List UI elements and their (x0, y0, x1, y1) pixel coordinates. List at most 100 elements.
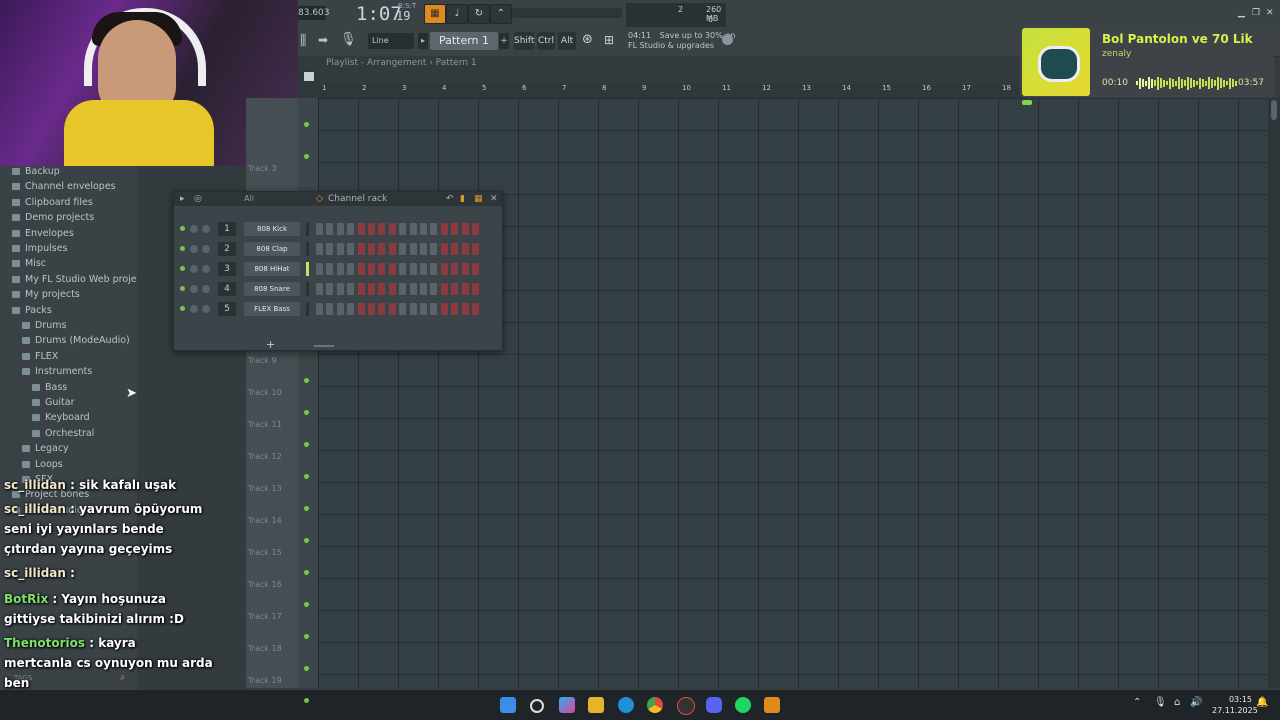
step-button[interactable] (440, 243, 448, 255)
channel-select-indicator[interactable] (306, 222, 309, 236)
piano-roll-icon[interactable]: ▦ (474, 192, 483, 206)
browser-item[interactable]: FLEX (22, 351, 58, 362)
step-button[interactable] (316, 283, 323, 295)
discord-icon[interactable] (706, 697, 722, 713)
channel-number[interactable]: 5 (218, 302, 236, 316)
step-button[interactable] (451, 223, 459, 235)
channel-pan-knob[interactable] (190, 305, 198, 313)
channel-mute-led[interactable] (180, 266, 185, 271)
channel-row[interactable]: 3 808 HiHat (178, 262, 498, 278)
channel-pan-knob[interactable] (190, 225, 198, 233)
channel-name-button[interactable]: 808 HiHat (244, 262, 300, 276)
wait-button[interactable]: ↻ (468, 4, 490, 24)
step-button[interactable] (420, 243, 427, 255)
vertical-scrollbar[interactable] (1268, 98, 1280, 688)
browser-item[interactable]: Channel envelopes (12, 181, 116, 192)
pattern-add-button[interactable]: + (499, 33, 509, 49)
track-name[interactable]: Track 3 (248, 164, 277, 173)
countdown-button[interactable]: ⌃ (490, 4, 512, 24)
step-button[interactable] (461, 263, 469, 275)
step-button[interactable] (378, 223, 386, 235)
minimize-icon[interactable]: ▁ (1238, 8, 1245, 18)
browser-item[interactable]: Misc (12, 258, 46, 269)
step-button[interactable] (440, 283, 448, 295)
channel-pan-knob[interactable] (190, 265, 198, 273)
track-mute-led[interactable] (304, 474, 309, 479)
step-button[interactable] (347, 303, 355, 315)
snap-selector[interactable]: Line (368, 33, 414, 49)
step-button[interactable] (378, 303, 386, 315)
step-button[interactable] (326, 263, 334, 275)
metronome-button[interactable]: ♩ (446, 4, 468, 24)
step-button[interactable] (326, 303, 334, 315)
track-name[interactable]: Track 11 (248, 420, 282, 429)
channel-row[interactable]: 5 FLEX Bass (178, 302, 498, 318)
step-button[interactable] (420, 263, 427, 275)
channel-number[interactable]: 4 (218, 282, 236, 296)
tray-chevron-icon[interactable]: ⌃ (1133, 697, 1141, 708)
step-button[interactable] (420, 303, 427, 315)
search-icon[interactable]: ⌕ (120, 672, 125, 683)
edge-icon[interactable] (618, 697, 634, 713)
piano-icon[interactable] (304, 72, 314, 81)
channel-row[interactable]: 2 808 Clap (178, 242, 498, 258)
browser-item[interactable]: Impulses (12, 243, 68, 254)
app-icon[interactable] (677, 697, 695, 715)
typing-keyboard-icon[interactable]: ⊛ (582, 32, 593, 47)
master-volume-slider[interactable] (512, 8, 622, 18)
step-button[interactable] (368, 243, 375, 255)
step-button[interactable] (399, 263, 407, 275)
step-button[interactable] (472, 263, 479, 275)
step-button[interactable] (409, 303, 417, 315)
step-button[interactable] (399, 243, 407, 255)
step-button[interactable] (388, 283, 396, 295)
track-name[interactable]: Track 12 (248, 452, 282, 461)
step-button[interactable] (451, 243, 459, 255)
channel-select-indicator[interactable] (306, 242, 309, 256)
globe-icon[interactable] (722, 34, 733, 45)
track-name[interactable]: Track 9 (248, 356, 277, 365)
track-name[interactable]: Track 18 (248, 644, 282, 653)
channel-name-button[interactable]: 808 Snare (244, 282, 300, 296)
pattern-mode-button[interactable]: ▦ (424, 4, 446, 24)
copilot-icon[interactable] (559, 697, 575, 713)
browser-item[interactable]: Loops (22, 459, 63, 470)
step-button[interactable] (430, 243, 438, 255)
channel-mute-led[interactable] (180, 286, 185, 291)
step-button[interactable] (451, 303, 459, 315)
browser-item[interactable]: Bass (32, 382, 67, 393)
tempo-display[interactable]: 83.603 (298, 6, 330, 20)
track-mute-led[interactable] (304, 154, 309, 159)
step-button[interactable] (388, 263, 396, 275)
pattern-prev-button[interactable]: ▸ (418, 33, 428, 49)
step-button[interactable] (357, 283, 365, 295)
news-panel[interactable]: 04:11 Save up to 30% on FL Studio & upgr… (628, 31, 735, 51)
playhead-marker[interactable] (1022, 100, 1032, 105)
step-button[interactable] (378, 243, 386, 255)
channel-mute-led[interactable] (180, 306, 185, 311)
step-button[interactable] (440, 263, 448, 275)
step-button[interactable] (347, 223, 355, 235)
step-button[interactable] (368, 283, 375, 295)
browser-item[interactable]: Packs (12, 305, 52, 316)
play-icon[interactable]: ➡ (318, 33, 328, 47)
tray-mic-icon[interactable]: 🎙 (1154, 697, 1167, 708)
step-button[interactable] (430, 303, 438, 315)
channel-pan-knob[interactable] (190, 245, 198, 253)
channel-volume-knob[interactable] (202, 225, 210, 233)
step-button[interactable] (388, 243, 396, 255)
step-button[interactable] (378, 283, 386, 295)
channel-pan-knob[interactable] (190, 285, 198, 293)
track-name[interactable]: Track 19 (248, 676, 282, 685)
step-button[interactable] (316, 303, 323, 315)
step-button[interactable] (326, 223, 334, 235)
track-name[interactable]: Track 13 (248, 484, 282, 493)
step-button[interactable] (347, 243, 355, 255)
browser-item[interactable]: My projects (12, 289, 80, 300)
graph-editor-icon[interactable]: ▮ (460, 192, 465, 206)
step-button[interactable] (316, 263, 323, 275)
step-button[interactable] (472, 223, 479, 235)
step-button[interactable] (440, 223, 448, 235)
rack-scroll-indicator[interactable] (314, 345, 334, 347)
track-mute-led[interactable] (304, 122, 309, 127)
